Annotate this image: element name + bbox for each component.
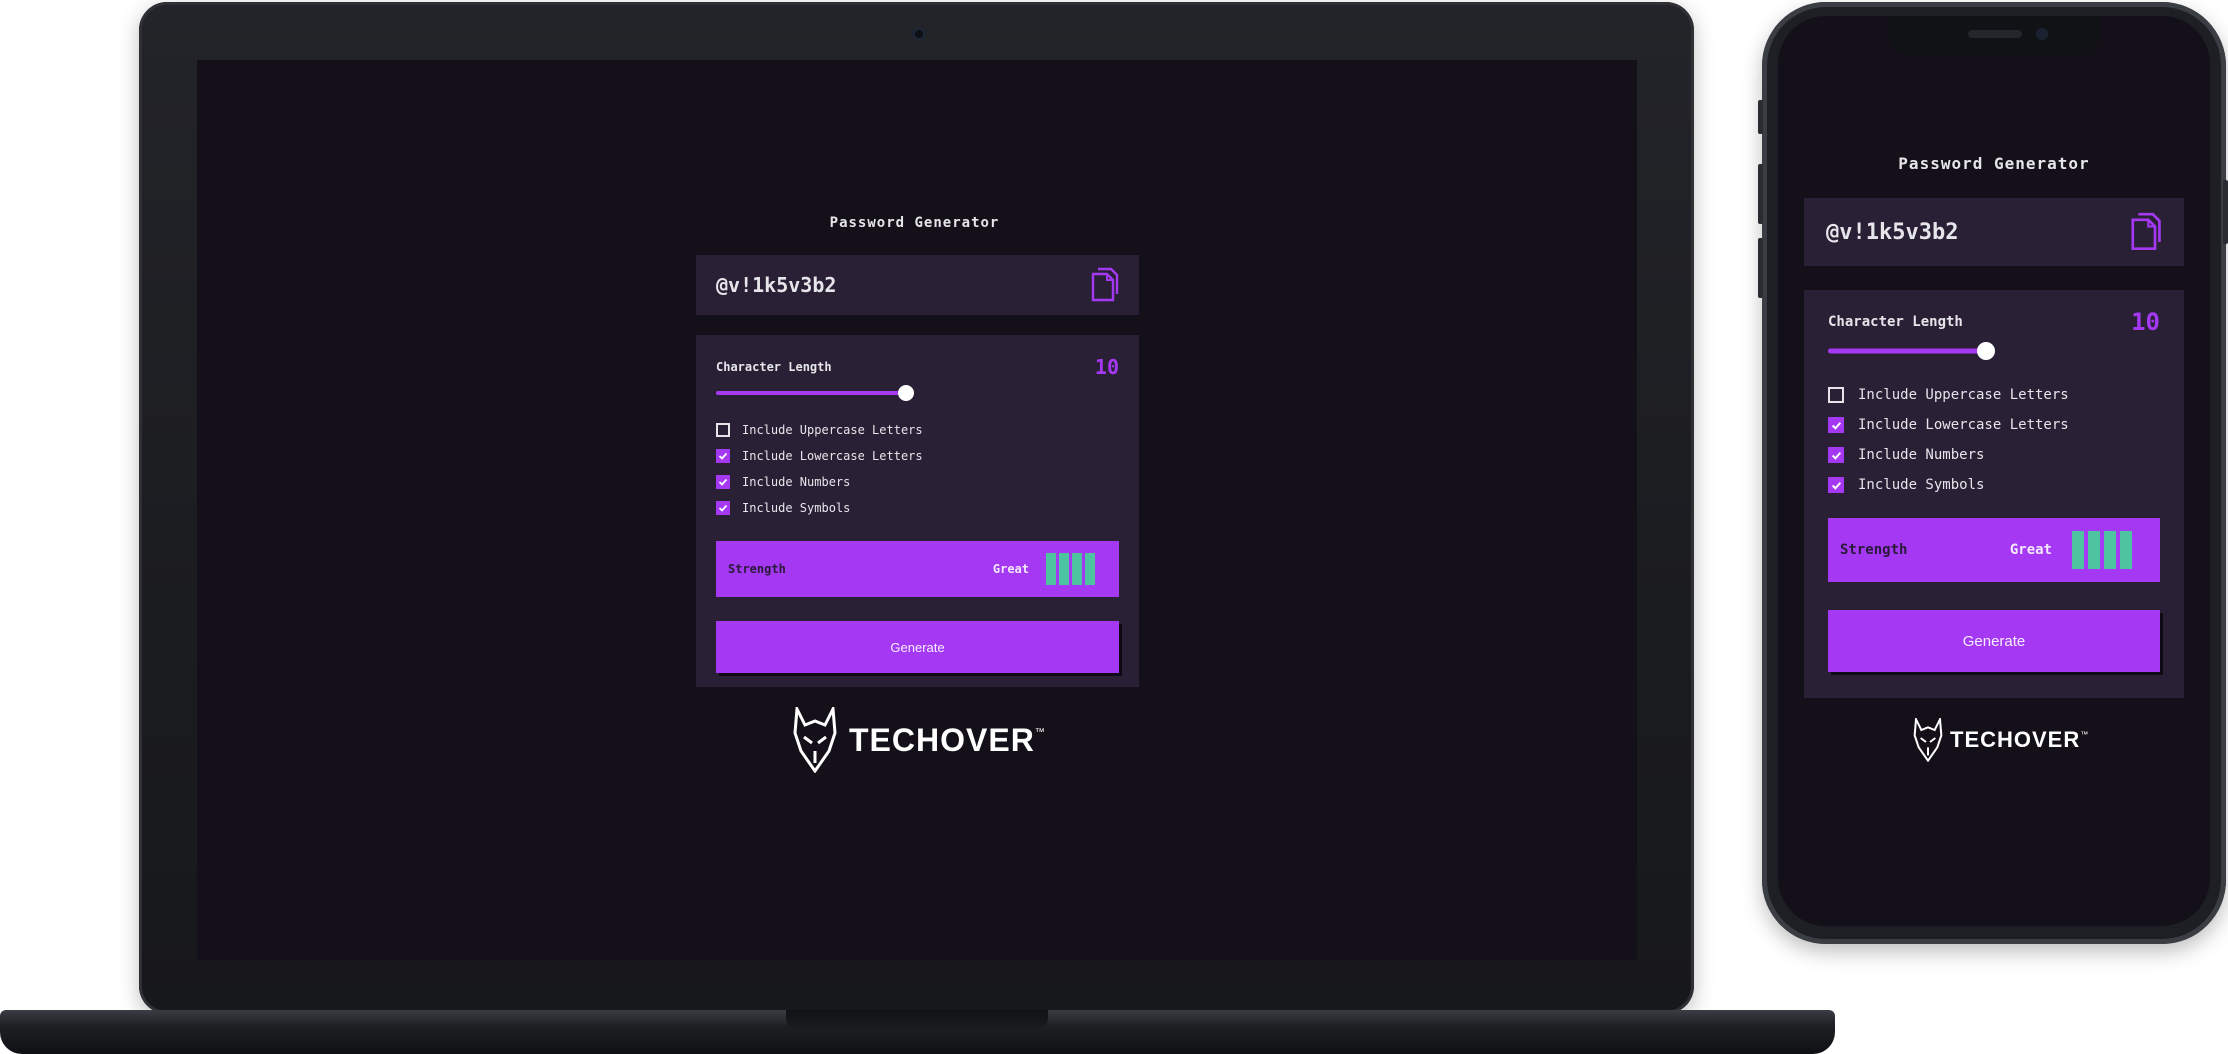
length-value: 10 bbox=[2131, 308, 2160, 336]
length-row: Character Length 10 bbox=[1828, 308, 2160, 336]
option-numbers[interactable]: Include Numbers bbox=[716, 469, 1119, 495]
length-slider[interactable] bbox=[716, 383, 914, 403]
strength-bars bbox=[1043, 553, 1095, 585]
password-text: @v!1k5v3b2 bbox=[716, 273, 837, 297]
techover-logo: TECHOVER ™ bbox=[791, 707, 1045, 773]
password-text: @v!1k5v3b2 bbox=[1826, 219, 1959, 245]
option-numbers[interactable]: Include Numbers bbox=[1828, 440, 2160, 470]
settings-panel: Character Length 10 Include Uppercase Le… bbox=[696, 335, 1139, 687]
option-label: Include Uppercase Letters bbox=[742, 423, 923, 437]
checkbox-numbers[interactable] bbox=[716, 475, 730, 489]
option-label: Include Uppercase Letters bbox=[1858, 387, 2069, 403]
option-lowercase[interactable]: Include Lowercase Letters bbox=[1828, 410, 2160, 440]
check-icon bbox=[718, 478, 728, 486]
wolf-logo-icon bbox=[1913, 718, 1943, 762]
strength-bar bbox=[1072, 553, 1082, 585]
copy-icon[interactable] bbox=[1089, 267, 1119, 303]
option-label: Include Symbols bbox=[1858, 477, 1985, 493]
strength-bar bbox=[1046, 553, 1056, 585]
phone-speaker bbox=[1968, 30, 2022, 38]
phone-side-button bbox=[1758, 238, 1763, 298]
slider-track bbox=[716, 391, 906, 395]
phone-side-button bbox=[2223, 180, 2228, 244]
strength-bar bbox=[2088, 531, 2100, 569]
logo-trademark: ™ bbox=[2080, 730, 2089, 739]
laptop-camera bbox=[912, 27, 926, 41]
logo-text: TECHOVER bbox=[1950, 727, 2081, 752]
checkbox-lowercase[interactable] bbox=[1828, 417, 1844, 433]
generate-button[interactable]: Generate bbox=[1828, 610, 2160, 672]
wolf-logo-icon bbox=[793, 707, 837, 773]
phone-side-button bbox=[1758, 164, 1763, 224]
strength-bar bbox=[1059, 553, 1069, 585]
checkbox-symbols[interactable] bbox=[716, 501, 730, 515]
option-uppercase[interactable]: Include Uppercase Letters bbox=[1828, 380, 2160, 410]
length-label: Character Length bbox=[1828, 314, 1963, 330]
check-icon bbox=[718, 504, 728, 512]
strength-meter: Strength Great bbox=[716, 541, 1119, 597]
length-label: Character Length bbox=[716, 360, 832, 374]
checkbox-lowercase[interactable] bbox=[716, 449, 730, 463]
techover-logo: TECHOVER ™ bbox=[1912, 718, 2088, 762]
settings-panel: Character Length 10 Include Uppercase Le… bbox=[1804, 290, 2184, 698]
strength-bar bbox=[1085, 553, 1095, 585]
laptop-notch bbox=[786, 1010, 1048, 1030]
strength-bars bbox=[2068, 531, 2132, 569]
strength-label: Strength bbox=[728, 562, 786, 576]
page-title: Password Generator bbox=[829, 215, 1000, 231]
page-title: Password Generator bbox=[1898, 154, 2090, 173]
option-lowercase[interactable]: Include Lowercase Letters bbox=[716, 443, 1119, 469]
strength-label: Strength bbox=[1840, 542, 1908, 558]
option-label: Include Numbers bbox=[742, 475, 851, 489]
password-display: @v!1k5v3b2 bbox=[696, 255, 1139, 315]
check-icon bbox=[1831, 421, 1841, 430]
option-uppercase[interactable]: Include Uppercase Letters bbox=[716, 417, 1119, 443]
checkbox-numbers[interactable] bbox=[1828, 447, 1844, 463]
option-label: Include Lowercase Letters bbox=[1858, 417, 2069, 433]
strength-bar bbox=[2072, 531, 2084, 569]
check-icon bbox=[1831, 481, 1841, 490]
strength-meter: Strength Great bbox=[1828, 518, 2160, 582]
logo-text: TECHOVER bbox=[849, 721, 1035, 758]
laptop-screen: Password Generator @v!1k5v3b2 Character … bbox=[197, 60, 1637, 960]
option-label: Include Numbers bbox=[1858, 447, 1985, 463]
option-label: Include Symbols bbox=[742, 501, 851, 515]
option-symbols[interactable]: Include Symbols bbox=[1828, 470, 2160, 500]
option-label: Include Lowercase Letters bbox=[742, 449, 923, 463]
check-icon bbox=[718, 452, 728, 460]
checkbox-symbols[interactable] bbox=[1828, 477, 1844, 493]
length-row: Character Length 10 bbox=[716, 355, 1119, 379]
phone-side-button bbox=[1758, 100, 1763, 134]
strength-rating: Great bbox=[992, 562, 1029, 576]
strength-bar bbox=[2120, 531, 2132, 569]
copy-icon[interactable] bbox=[2128, 212, 2162, 252]
option-symbols[interactable]: Include Symbols bbox=[716, 495, 1119, 521]
logo-trademark: ™ bbox=[1034, 727, 1045, 738]
strength-bar bbox=[2104, 531, 2116, 569]
length-value: 10 bbox=[1094, 355, 1119, 379]
checkbox-uppercase[interactable] bbox=[716, 423, 730, 437]
slider-thumb[interactable] bbox=[1977, 342, 1995, 360]
generate-button[interactable]: Generate bbox=[716, 621, 1119, 673]
password-display: @v!1k5v3b2 bbox=[1804, 198, 2184, 266]
phone-camera bbox=[2036, 28, 2048, 40]
strength-rating: Great bbox=[2009, 542, 2052, 558]
check-icon bbox=[1831, 451, 1841, 460]
slider-track bbox=[1828, 348, 1986, 354]
length-slider[interactable] bbox=[1828, 340, 1995, 362]
slider-thumb[interactable] bbox=[898, 385, 914, 401]
checkbox-uppercase[interactable] bbox=[1828, 387, 1844, 403]
phone-screen: Password Generator @v!1k5v3b2 Character … bbox=[1778, 16, 2210, 926]
